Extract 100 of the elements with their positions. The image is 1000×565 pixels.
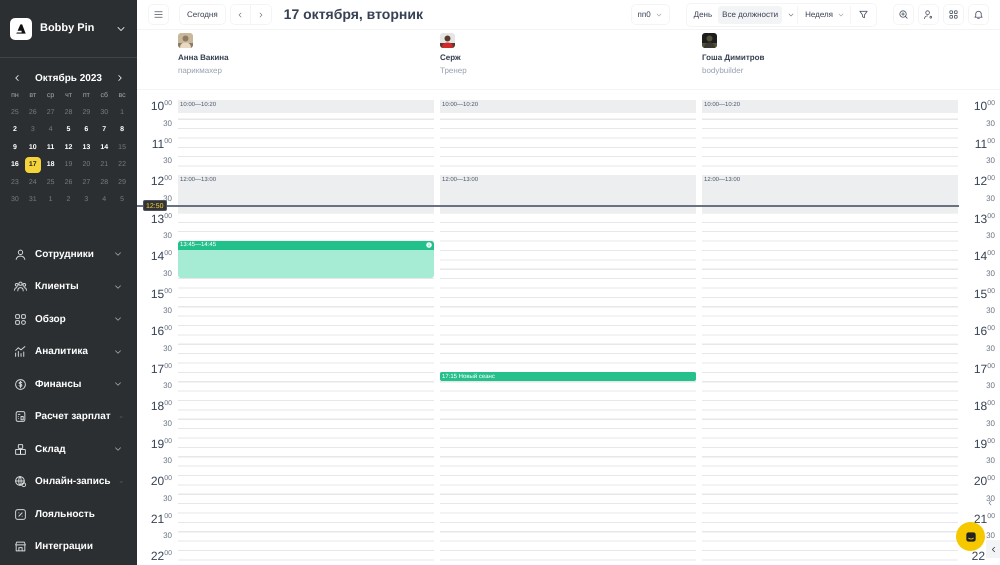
staff-name: Анна Вакина xyxy=(178,52,230,64)
percent-icon xyxy=(14,508,27,521)
date-title: 17 октября, вторник xyxy=(284,5,423,24)
zoom-button[interactable] xyxy=(893,4,914,25)
user-icon xyxy=(923,9,934,20)
hour-label: 18 xyxy=(150,400,164,412)
menu-label: Расчет зарплат xyxy=(35,410,111,424)
hour-label: 22 xyxy=(972,550,985,562)
hour-label: 21 xyxy=(974,512,988,524)
period-dropdown[interactable]: Неделя xyxy=(800,6,851,24)
minute-label: 30 xyxy=(986,270,995,278)
hour-label: 19 xyxy=(150,438,164,450)
minute-label: 30 xyxy=(163,532,172,540)
menu-label: Обзор xyxy=(35,312,67,327)
menu-item[interactable]: Сотрудники xyxy=(0,238,137,270)
menu-label: Аналитика xyxy=(35,345,89,360)
minute-label: 30 xyxy=(163,382,172,390)
chart-icon xyxy=(14,345,27,358)
filter-dropdown[interactable]: пп0 xyxy=(630,4,670,25)
apps-button[interactable] xyxy=(943,4,964,25)
staff-name: Гоша Димитров xyxy=(702,52,766,64)
menu-item[interactable]: Обзор xyxy=(0,303,137,336)
menu-item[interactable]: Клиенты xyxy=(0,270,137,303)
view-tab[interactable]: Все должности xyxy=(718,6,782,24)
hour-label: 14 xyxy=(974,250,988,262)
hour-label: 21 xyxy=(150,512,164,524)
hour-label: 16 xyxy=(150,325,164,337)
staff-role: Тренер xyxy=(440,65,468,77)
minute-label: 30 xyxy=(986,157,995,166)
people-icon xyxy=(14,280,27,294)
hour-label: 12 xyxy=(974,175,988,187)
staff-role: bodybuilder xyxy=(702,65,744,77)
menu-item[interactable]: Финансы xyxy=(0,368,137,400)
hour-label: 13 xyxy=(974,212,988,224)
hour-label: 17 xyxy=(150,362,164,374)
minute-label: 30 xyxy=(986,194,995,203)
minute-label: 30 xyxy=(986,532,995,540)
minute-label: 30 xyxy=(163,344,172,353)
minute-label: 30 xyxy=(163,157,172,166)
minute-label: 30 xyxy=(986,382,995,390)
coin-icon xyxy=(14,378,27,391)
globe-icon xyxy=(14,475,27,488)
hour-label: 12 xyxy=(150,175,164,187)
boxes-icon xyxy=(14,442,27,456)
minute-label: 30 xyxy=(986,307,995,316)
menu-item[interactable]: Интеграции xyxy=(0,530,137,563)
minute-label: 30 xyxy=(986,232,995,240)
today-button[interactable]: Сегодня xyxy=(179,4,226,25)
staff-name: Серж xyxy=(440,52,462,64)
logo-icon xyxy=(10,18,32,40)
hour-label: 15 xyxy=(974,288,988,300)
hour-label: 19 xyxy=(974,438,988,450)
hour-label: 10 xyxy=(974,100,988,112)
chat-icon xyxy=(964,530,978,544)
hour-label: 17 xyxy=(974,362,988,374)
staff-role: парикмахер xyxy=(178,65,223,77)
hour-label: 20 xyxy=(150,475,164,487)
minute-label: 30 xyxy=(163,307,172,316)
menu-label: Финансы xyxy=(35,378,82,392)
hour-label: 11 xyxy=(152,138,164,150)
minute-label: 30 xyxy=(163,457,172,466)
menu-button[interactable] xyxy=(148,4,169,25)
menu-item[interactable]: Склад xyxy=(0,433,137,466)
calculator-icon xyxy=(14,410,27,424)
hour-label: 13 xyxy=(150,212,164,224)
minute-label: 30 xyxy=(163,494,172,503)
menu-label: Онлайн-запись xyxy=(35,475,111,490)
notifications-button[interactable] xyxy=(968,4,989,25)
minute-label: 30 xyxy=(163,420,172,428)
month-title: Октябрь 2023 xyxy=(35,72,102,86)
minute-label: 30 xyxy=(986,457,995,466)
view-tab[interactable]: День xyxy=(690,6,716,24)
menu-item[interactable]: Онлайн-запись xyxy=(0,466,137,498)
user-settings-button[interactable] xyxy=(918,4,939,25)
minute-label: 30 xyxy=(986,494,995,503)
shop-icon xyxy=(14,540,27,554)
minute-label: 30 xyxy=(163,120,172,128)
hour-label: 22 xyxy=(150,550,164,562)
menu-item[interactable]: Аналитика xyxy=(0,336,137,368)
menu-item[interactable]: Лояльность xyxy=(0,498,137,530)
minute-label: 30 xyxy=(986,344,995,353)
menu-item[interactable]: Расчет зарплат xyxy=(0,400,137,433)
hour-label: 11 xyxy=(974,138,988,150)
hour-label: 14 xyxy=(150,250,164,262)
filter-icon xyxy=(858,9,868,20)
hour-label: 10 xyxy=(150,100,164,112)
grid-icon xyxy=(948,9,959,20)
menu-label: Интеграции xyxy=(35,540,94,554)
hour-label: 16 xyxy=(974,325,988,337)
menu-label: Клиенты xyxy=(35,280,80,294)
minute-label: 30 xyxy=(986,420,995,428)
hour-label: 20 xyxy=(974,475,988,487)
menu-icon xyxy=(153,9,164,20)
chat-button[interactable] xyxy=(956,522,985,551)
minute-label: 30 xyxy=(163,232,172,240)
menu-label: Сотрудники xyxy=(35,248,95,262)
menu-label: Склад xyxy=(35,442,67,457)
minute-label: 30 xyxy=(163,270,172,278)
info-icon xyxy=(426,242,432,248)
grid-icon xyxy=(14,312,27,326)
